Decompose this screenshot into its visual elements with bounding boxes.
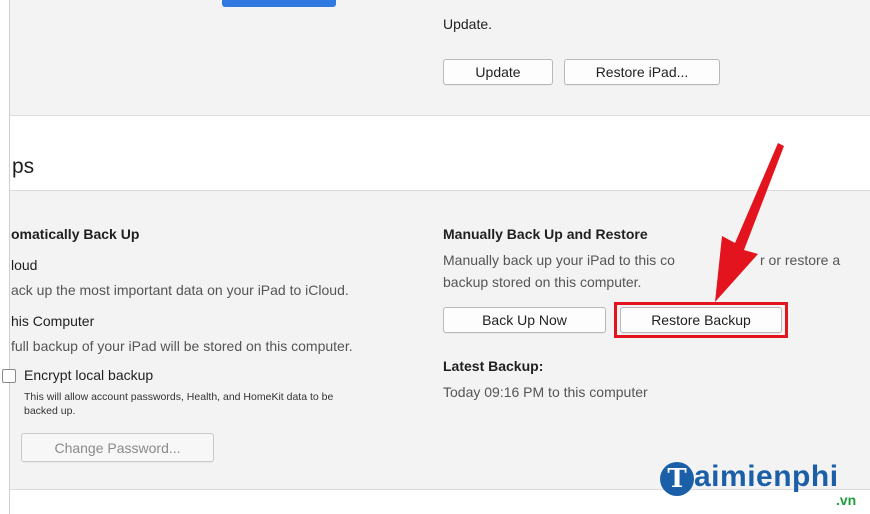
- backups-heading: ps: [12, 155, 35, 178]
- manual-backup-description-line2: backup stored on this computer.: [443, 274, 642, 290]
- software-panel: [10, 0, 870, 116]
- manual-backup-heading: Manually Back Up and Restore: [443, 226, 648, 242]
- update-button[interactable]: Update: [443, 59, 553, 85]
- computer-option-label[interactable]: his Computer: [11, 313, 94, 329]
- back-up-now-button[interactable]: Back Up Now: [443, 307, 606, 333]
- auto-backup-heading: omatically Back Up: [11, 226, 140, 242]
- selected-tab-indicator: [222, 0, 336, 7]
- latest-backup-value: Today 09:16 PM to this computer: [443, 384, 648, 400]
- watermark-logo-suffix: .vn: [836, 492, 857, 508]
- manual-backup-description-line1: Manually back up your iPad to this co: [443, 252, 675, 268]
- watermark-logo-text: aimienphi: [694, 460, 839, 493]
- restore-ipad-button[interactable]: Restore iPad...: [564, 59, 720, 85]
- watermark-logo-icon: T: [660, 462, 694, 496]
- encrypt-backup-checkbox[interactable]: [2, 369, 16, 383]
- window-edge: [9, 0, 10, 514]
- encrypt-description-line2: backed up.: [24, 405, 76, 417]
- latest-backup-label: Latest Backup:: [443, 358, 544, 374]
- update-text: Update.: [443, 16, 493, 32]
- icloud-option-label[interactable]: loud: [11, 257, 37, 273]
- red-arrow-annotation: [715, 143, 784, 302]
- encrypt-description-line1: This will allow account passwords, Healt…: [24, 391, 334, 403]
- icloud-option-description: ack up the most important data on your i…: [11, 282, 349, 298]
- restore-backup-highlight: [614, 302, 788, 338]
- encrypt-backup-label[interactable]: Encrypt local backup: [24, 367, 153, 383]
- computer-option-description: full backup of your iPad will be stored …: [11, 338, 353, 354]
- change-password-button[interactable]: Change Password...: [21, 433, 214, 462]
